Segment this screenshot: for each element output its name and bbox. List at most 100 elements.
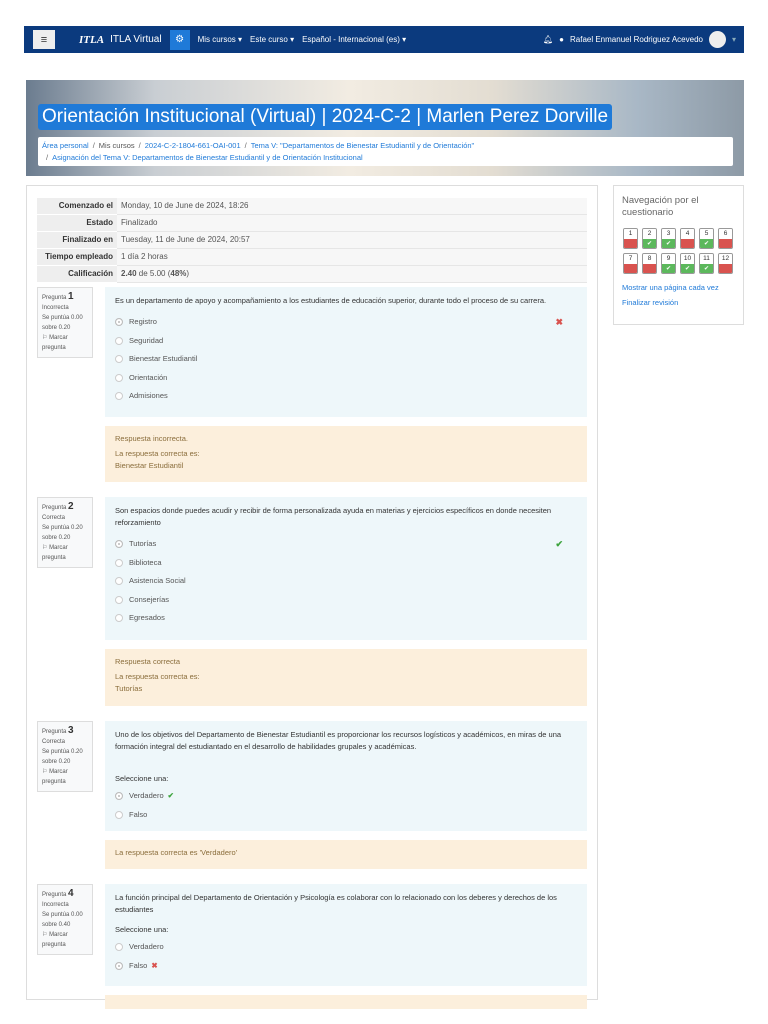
question-nav-number: 10 — [681, 254, 694, 264]
nav-mis-cursos[interactable]: Mis cursos ▾ — [198, 35, 242, 44]
question-nav-button[interactable]: 3 ✔ — [661, 228, 676, 249]
select-prompt: Seleccione una: — [115, 925, 169, 934]
answer-option[interactable]: Registro ✖ — [115, 313, 577, 332]
summary-label: Tiempo empleado — [37, 248, 117, 266]
bell-icon[interactable]: 🔔︎ — [543, 35, 553, 44]
grade-end: ) — [186, 269, 190, 278]
check-icon: ✔ — [643, 239, 656, 248]
hamburger-menu-button[interactable]: ≡ — [33, 30, 55, 49]
question-info: Pregunta 2 Correcta Se puntúa 0.20 sobre 0… — [37, 497, 93, 568]
gear-icon[interactable]: ⚙ — [169, 29, 190, 50]
answer-option[interactable]: Bienestar Estudiantil — [115, 350, 577, 369]
itla-logo[interactable]: ITLA — [79, 34, 104, 46]
summary-value: Monday, 10 de June de 2024, 18:26 — [117, 198, 587, 215]
site-name[interactable]: ITLA Virtual — [110, 34, 162, 45]
radio-button[interactable] — [115, 577, 123, 586]
question-number: 1 — [68, 291, 74, 302]
question-nav-button[interactable]: 1 — [623, 228, 638, 249]
question-nav-button[interactable]: 6 — [718, 228, 733, 249]
radio-button[interactable] — [115, 540, 123, 549]
answer-option[interactable]: Verdadero ✔ — [115, 787, 577, 806]
question-nav-button[interactable]: 8 — [642, 253, 657, 274]
radio-button[interactable] — [115, 595, 123, 604]
radio-button[interactable] — [115, 392, 123, 401]
question-nav-button[interactable]: 9 ✔ — [661, 253, 676, 274]
radio-button[interactable] — [115, 336, 123, 345]
breadcrumb-item[interactable]: Asignación del Tema V: Departamentos de … — [52, 153, 363, 162]
answer-option[interactable]: Biblioteca — [115, 554, 577, 573]
flag-question-button[interactable]: ⚐ Marcar pregunta — [42, 930, 88, 950]
check-icon: ✔ — [681, 264, 694, 273]
answer-option[interactable]: Verdadero — [115, 938, 577, 957]
question-score: Se puntúa 0.20 sobre 0.20 — [42, 525, 83, 541]
question-nav-number: 5 — [700, 229, 713, 239]
question-score: Se puntúa 0.00 sobre 0.40 — [42, 912, 83, 928]
answer-option[interactable]: Egresados — [115, 609, 577, 628]
page-title: Orientación Institucional (Virtual) | 20… — [38, 104, 613, 130]
option-label: Asistencia Social — [129, 576, 186, 586]
summary-label: Comenzado el — [37, 198, 117, 215]
option-label: Verdadero — [129, 791, 164, 801]
answer-option[interactable]: Asistencia Social — [115, 572, 577, 591]
flag-question-button[interactable]: ⚐ Marcar pregunta — [42, 767, 88, 787]
answer-option[interactable]: Tutorías ✔ — [115, 535, 577, 554]
question-nav-button[interactable]: 4 — [680, 228, 695, 249]
feedback-status: La respuesta correcta es 'Verdadero' — [115, 848, 238, 857]
question-nav-number: 9 — [662, 254, 675, 264]
answer-option[interactable]: Admisiones — [115, 387, 577, 406]
question-nav-button[interactable]: 12 — [718, 253, 733, 274]
quiz-navigation-title: Navegación por el cuestionario — [622, 195, 699, 218]
radio-button[interactable] — [115, 373, 123, 382]
radio-button[interactable] — [115, 558, 123, 567]
radio-button[interactable] — [115, 318, 123, 327]
answer-option[interactable]: Seguridad — [115, 332, 577, 351]
answer-option[interactable]: Falso ✖ — [115, 957, 577, 976]
answer-option[interactable]: Consejerías — [115, 591, 577, 610]
correct-answer: Tutorías — [115, 684, 143, 693]
chevron-down-icon[interactable]: ▾ — [732, 35, 736, 44]
question-score: Se puntúa 0.20 sobre 0.20 — [42, 749, 83, 765]
finish-review-link[interactable]: Finalizar revisión — [622, 298, 735, 307]
radio-button[interactable] — [115, 614, 123, 623]
grade-value: 2.40 de 5.00 (48%) — [117, 265, 587, 283]
breadcrumb-item[interactable]: Tema V: "Departamentos de Bienestar Estu… — [251, 141, 475, 150]
flag-question-button[interactable]: ⚐ Marcar pregunta — [42, 543, 88, 563]
user-name[interactable]: Rafael Enmanuel Rodriguez Acevedo — [570, 35, 703, 44]
question-nav-number: 2 — [643, 229, 656, 239]
question-nav-button[interactable]: 11 ✔ — [699, 253, 714, 274]
question-nav-button[interactable]: 5 ✔ — [699, 228, 714, 249]
radio-button[interactable] — [115, 961, 123, 970]
avatar[interactable] — [708, 31, 726, 48]
nav-este-curso[interactable]: Este curso ▾ — [250, 35, 294, 44]
question-text: Uno de los objetivos del Departamento de… — [115, 730, 562, 751]
answer-option[interactable]: Orientación — [115, 369, 577, 388]
radio-button[interactable] — [115, 943, 123, 952]
check-icon: ✔ — [662, 264, 675, 273]
radio-button[interactable] — [115, 355, 123, 364]
question-state: Incorrecta — [42, 902, 69, 908]
incorrect-status — [681, 239, 694, 248]
answer-option[interactable]: Falso — [115, 806, 577, 825]
summary-value: Tuesday, 11 de June de 2024, 20:57 — [117, 231, 587, 249]
question-nav-button[interactable]: 7 — [623, 253, 638, 274]
question-nav-button[interactable]: 10 ✔ — [680, 253, 695, 274]
breadcrumb-item[interactable]: Mis cursos — [99, 141, 135, 150]
incorrect-status — [624, 239, 637, 248]
chat-icon[interactable]: ● — [559, 35, 564, 44]
nav-language[interactable]: Español - Internacional (es) ▾ — [302, 35, 406, 44]
radio-button[interactable] — [115, 810, 123, 819]
flag-question-button[interactable]: ⚐ Marcar pregunta — [42, 333, 88, 353]
flag-icon: ⚐ — [42, 335, 48, 341]
answer-options: Verdadero Falso ✖ — [115, 938, 577, 975]
radio-button[interactable] — [115, 792, 123, 801]
feedback-status: Respuesta incorrecta. — [115, 434, 188, 443]
option-label: Registro — [129, 317, 157, 327]
option-label: Tutorías — [129, 539, 157, 549]
question-nav-button[interactable]: 2 ✔ — [642, 228, 657, 249]
question-label: Pregunta — [42, 892, 67, 898]
question-nav-number: 12 — [719, 254, 732, 264]
option-label: Bienestar Estudiantil — [129, 354, 198, 364]
breadcrumb-item[interactable]: 2024-C-2-1804-661-OAI-001 — [145, 141, 241, 150]
show-one-page-link[interactable]: Mostrar una página cada vez — [622, 283, 735, 292]
breadcrumb-item[interactable]: Área personal — [42, 141, 89, 150]
